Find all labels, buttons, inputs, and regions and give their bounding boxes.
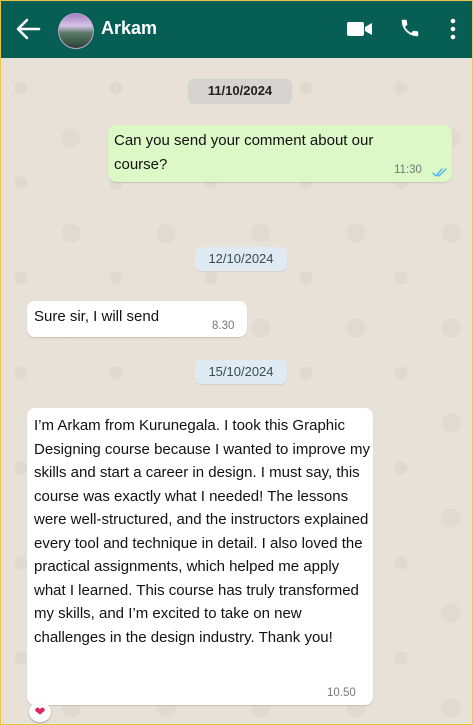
message-text: I’m Arkam from Kurunegala. I took this G… — [34, 417, 371, 646]
date-chip: 12/10/2024 — [195, 247, 287, 271]
avatar[interactable] — [58, 13, 94, 49]
message-time: 10.50 — [327, 687, 356, 699]
more-options-icon[interactable] — [449, 18, 457, 45]
message-time: 8.30 — [212, 320, 235, 332]
outgoing-message[interactable]: Can you send your comment about our cour… — [108, 125, 452, 182]
date-chip: 11/10/2024 — [188, 79, 292, 103]
incoming-message[interactable]: I’m Arkam from Kurunegala. I took this G… — [27, 408, 373, 705]
chat-window: Arkam 11/10/2024 Can you send your comme… — [0, 0, 473, 725]
back-arrow-icon[interactable] — [15, 17, 41, 41]
phone-icon[interactable] — [399, 17, 421, 44]
video-call-icon[interactable] — [346, 19, 374, 44]
read-ticks-icon — [432, 162, 448, 186]
date-chip: 15/10/2024 — [195, 360, 287, 384]
contact-name[interactable]: Arkam — [101, 18, 157, 39]
chat-area[interactable]: 11/10/2024 Can you send your comment abo… — [1, 58, 472, 724]
message-text: Sure sir, I will send — [34, 308, 160, 325]
chat-header: Arkam — [1, 1, 472, 58]
heart-reaction-icon[interactable]: ❤ — [29, 702, 51, 722]
incoming-message[interactable]: Sure sir, I will send 8.30 — [27, 301, 247, 337]
message-time: 11:30 — [394, 164, 422, 176]
message-text: Can you send your comment about our cour… — [114, 132, 374, 173]
